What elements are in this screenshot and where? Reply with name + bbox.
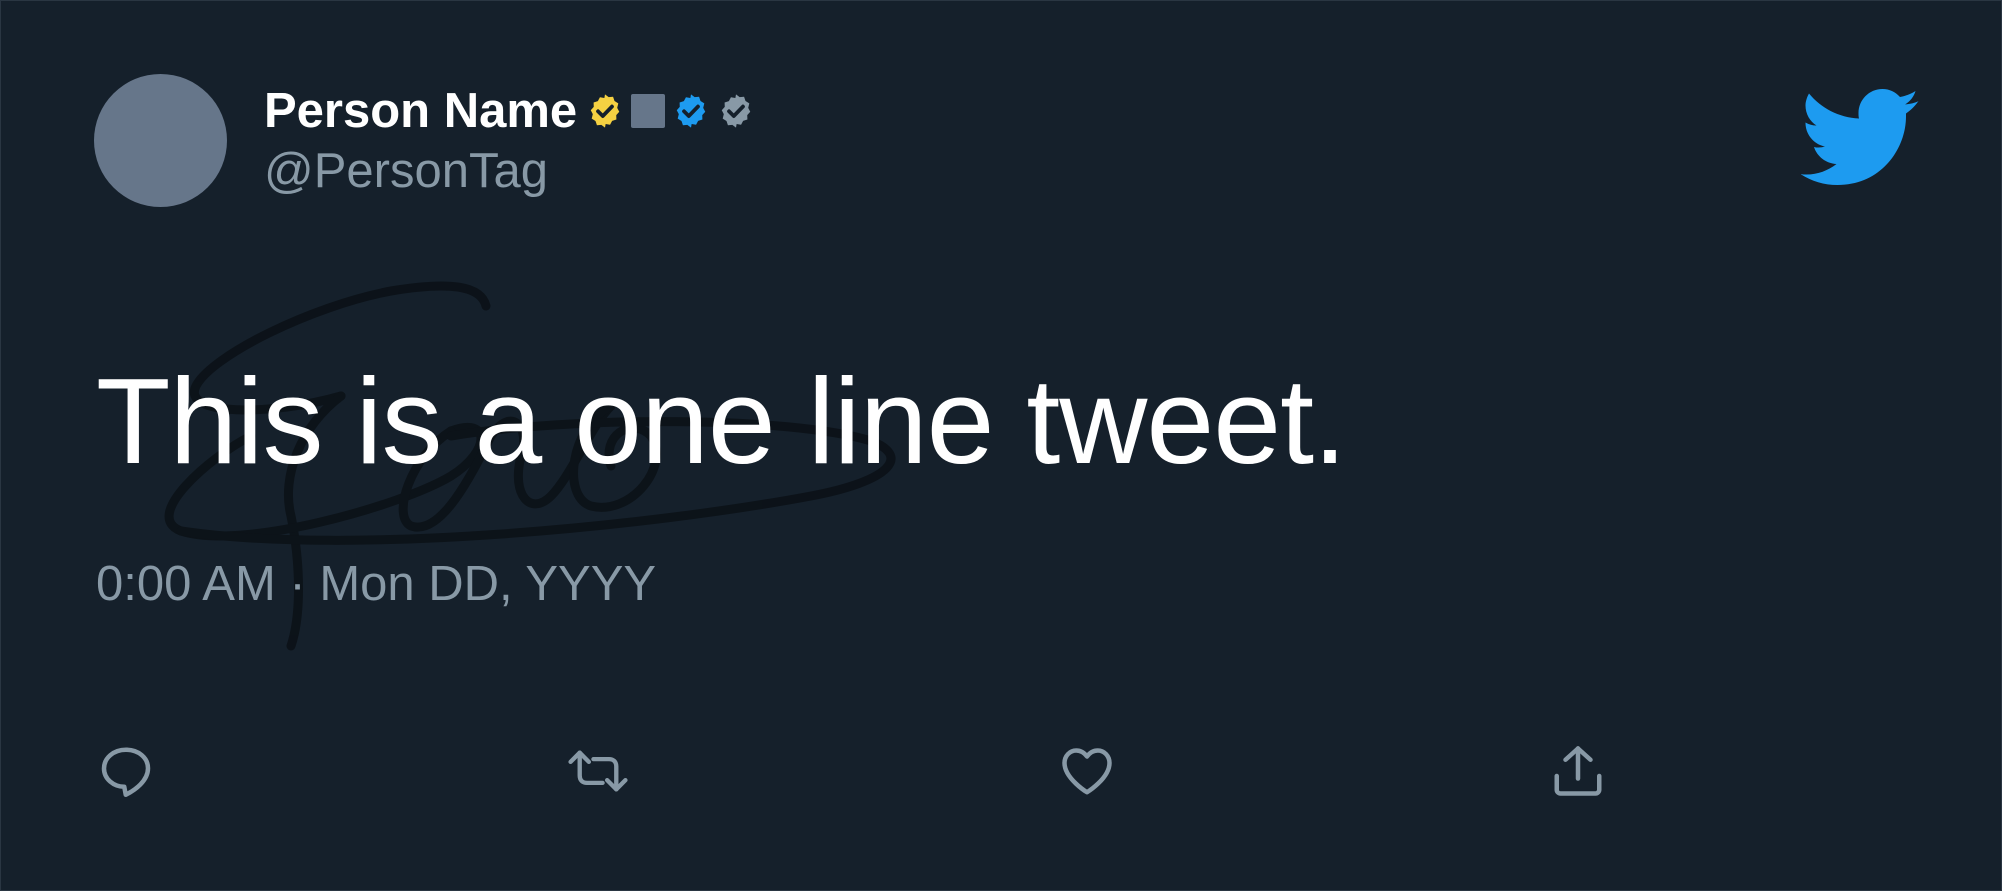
blue-verified-badge-icon [672,92,710,130]
gold-verified-badge-icon [586,92,624,130]
tweet-card: Person Name @PersonTag This is a one lin… [0,0,2002,891]
tweet-text: This is a one line tweet. [96,353,1347,489]
share-icon [1554,746,1602,796]
like-button[interactable] [1055,739,1119,803]
reply-icon [101,747,151,797]
twitter-bird-icon[interactable] [1801,89,1921,189]
retweet-icon [568,750,628,792]
square-affiliation-badge-icon [631,94,666,128]
like-icon [1062,748,1112,795]
retweet-button[interactable] [566,739,630,803]
name-row: Person Name [264,81,755,141]
share-button[interactable] [1546,739,1610,803]
avatar[interactable] [94,74,227,207]
reply-button[interactable] [94,739,158,803]
user-handle[interactable]: @PersonTag [264,141,548,201]
display-name[interactable]: Person Name [264,81,577,141]
tweet-timestamp[interactable]: 0:00 AM · Mon DD, YYYY [96,554,656,614]
gray-verified-badge-icon [717,92,755,130]
badge-group [586,92,755,130]
action-bar [1,739,2001,803]
